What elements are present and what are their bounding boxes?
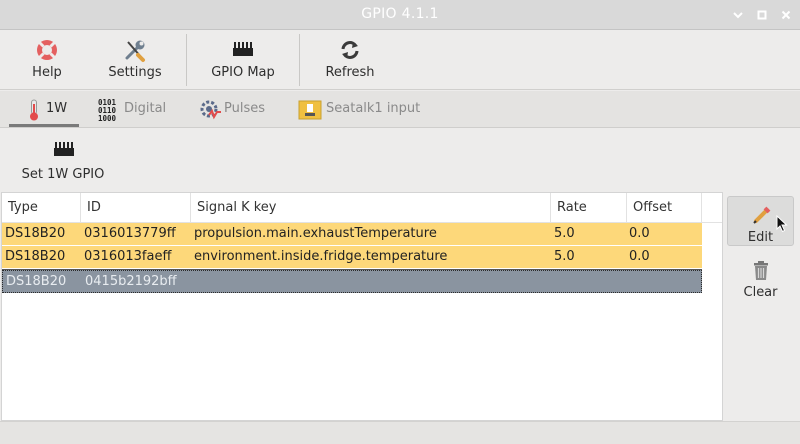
tab-1w[interactable]: 1W [20,91,80,128]
cell-signal-k-key: environment.inside.fridge.temperature [194,249,448,264]
close-icon [781,10,791,20]
cell-offset: 0.0 [629,249,650,264]
binary-icon: 0101 0110 1000 [98,98,117,122]
cell-rate [552,271,555,294]
pencil-icon [753,206,771,224]
gear-pulse-icon [200,100,221,120]
tab-seatalk1-input[interactable]: Seatalk1 input [296,91,426,128]
chip-icon [54,142,74,156]
row-actions-panel: Edit Clear [723,192,800,421]
column-header-signal-k-key[interactable]: Signal K key [191,193,551,223]
tab-digital[interactable]: 0101 0110 1000 Digital [98,91,178,128]
minimize-button[interactable] [728,5,748,25]
table-row-selected[interactable]: DS18B20 0415b2192bff [2,270,702,293]
tab-digital-label: Digital [124,101,167,116]
tab-1w-label: 1W [46,101,68,116]
column-header-type[interactable]: Type [2,193,81,223]
seatalk-icon [298,100,322,120]
tab-pulses-label: Pulses [224,101,266,116]
lifebuoy-icon [37,40,57,60]
help-label: Help [32,65,62,80]
tab-seatalk1-input-label: Seatalk1 input [326,101,421,116]
tab-bar: 1W 0101 0110 1000 Digital Pulses Seatalk… [0,91,800,128]
column-header-offset[interactable]: Offset [627,193,702,223]
cell-rate: 5.0 [554,249,575,264]
cell-offset [627,271,630,294]
window-titlebar: GPIO 4.1.1 [0,0,800,30]
settings-label: Settings [108,65,162,80]
set-1w-gpio-button[interactable]: Set 1W GPIO [16,136,110,184]
chip-icon [233,42,253,56]
onewire-tab-page: Set 1W GPIO Type ID Signal K key Rate Of… [0,128,800,444]
gpio-map-button[interactable]: GPIO Map [204,30,282,90]
set-1w-gpio-label: Set 1W GPIO [21,167,105,182]
wrench-screwdriver-icon [125,40,145,62]
trash-icon [754,261,768,280]
help-button[interactable]: Help [17,30,77,90]
sensors-table[interactable]: Type ID Signal K key Rate Offset DS18B20… [1,192,723,421]
refresh-button[interactable]: Refresh [318,30,382,90]
cell-id: 0316013faeff [84,249,172,264]
cell-rate: 5.0 [554,226,575,241]
minimize-icon [733,12,743,19]
maximize-button[interactable] [752,5,772,25]
clear-button[interactable]: Clear [727,252,794,302]
edit-button[interactable]: Edit [727,196,794,246]
svg-text:1000: 1000 [98,114,117,122]
cell-id: 0415b2192bff [85,274,177,289]
tab-pulses[interactable]: Pulses [196,91,276,128]
toolbar-separator [299,34,300,86]
cell-type: DS18B20 [6,274,67,289]
clear-label: Clear [743,285,778,300]
refresh-icon [341,41,359,59]
window-title: GPIO 4.1.1 [361,6,439,22]
close-button[interactable] [776,5,796,25]
cell-type: DS18B20 [5,249,66,264]
cell-signal-k-key: propulsion.main.exhaustTemperature [194,226,437,241]
maximize-icon [757,10,767,20]
cell-id: 0316013779ff [84,226,176,241]
thermometer-icon [30,99,38,121]
mouse-cursor-icon [776,215,788,233]
table-header: Type ID Signal K key Rate Offset [2,193,722,223]
column-header-id[interactable]: ID [81,193,191,223]
main-toolbar: Help Settings GPIO Map Refresh [0,30,800,90]
status-bar [0,421,800,444]
toolbar-separator [186,34,187,86]
gpio-map-label: GPIO Map [211,65,275,80]
cell-signal-k-key [192,271,195,294]
refresh-label: Refresh [325,65,375,80]
active-tab-indicator [9,124,79,127]
column-header-rate[interactable]: Rate [551,193,627,223]
cell-type: DS18B20 [5,226,66,241]
table-row[interactable]: DS18B20 0316013faeff environment.inside.… [2,246,702,269]
settings-button[interactable]: Settings [100,30,170,90]
cell-offset: 0.0 [629,226,650,241]
table-row[interactable]: DS18B20 0316013779ff propulsion.main.exh… [2,223,702,246]
